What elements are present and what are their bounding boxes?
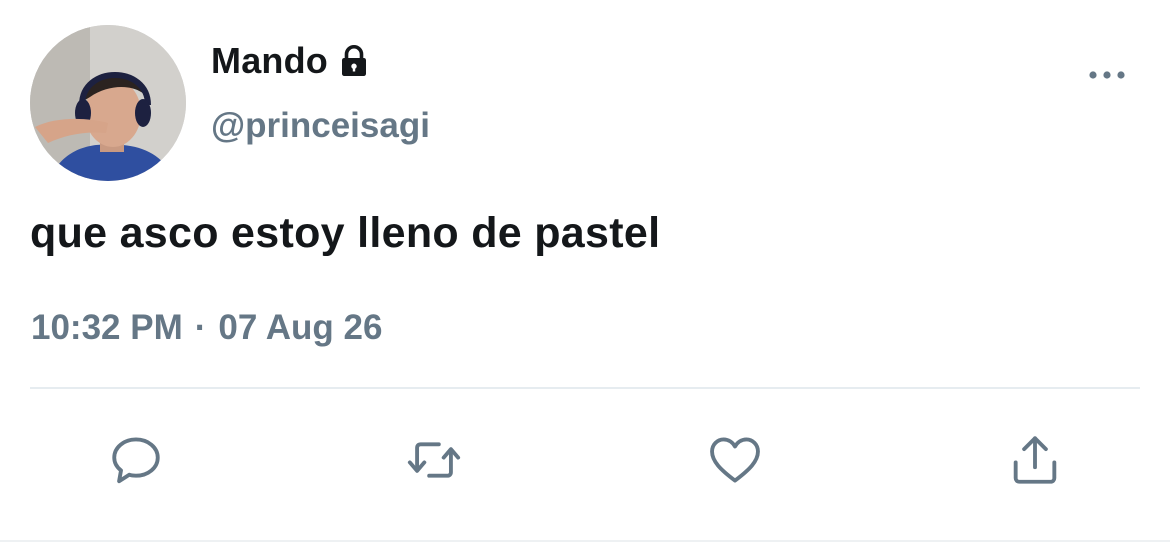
display-name-row: Mando — [211, 40, 372, 82]
lock-icon — [341, 45, 366, 76]
retweet-arrows-icon — [407, 442, 461, 478]
meta-separator: · — [194, 308, 207, 347]
display-name[interactable]: Mando — [211, 40, 328, 82]
tweet-date: 07 Aug 26 — [218, 308, 383, 347]
avatar[interactable] — [30, 25, 186, 181]
tweet-card: Mando @princeisagi que asco estoy lleno … — [0, 0, 1170, 552]
like-button[interactable] — [705, 430, 765, 490]
bottom-divider — [0, 540, 1170, 542]
divider — [30, 387, 1140, 389]
ellipsis-icon — [1089, 71, 1125, 79]
action-bar — [0, 430, 1170, 490]
speech-bubble-icon — [112, 437, 160, 484]
tweet-timestamp[interactable]: 10:32 PM · 07 Aug 26 — [31, 308, 382, 348]
more-options-button[interactable] — [1082, 60, 1132, 90]
retweet-button[interactable] — [404, 430, 464, 490]
avatar-photo — [30, 25, 186, 181]
tweet-time: 10:32 PM — [31, 308, 183, 347]
reply-button[interactable] — [106, 430, 166, 490]
tweet-text: que asco estoy lleno de pastel — [30, 209, 661, 257]
share-upload-icon — [1013, 436, 1057, 484]
user-handle[interactable]: @princeisagi — [211, 106, 430, 146]
share-button[interactable] — [1005, 430, 1065, 490]
heart-icon — [710, 437, 760, 483]
